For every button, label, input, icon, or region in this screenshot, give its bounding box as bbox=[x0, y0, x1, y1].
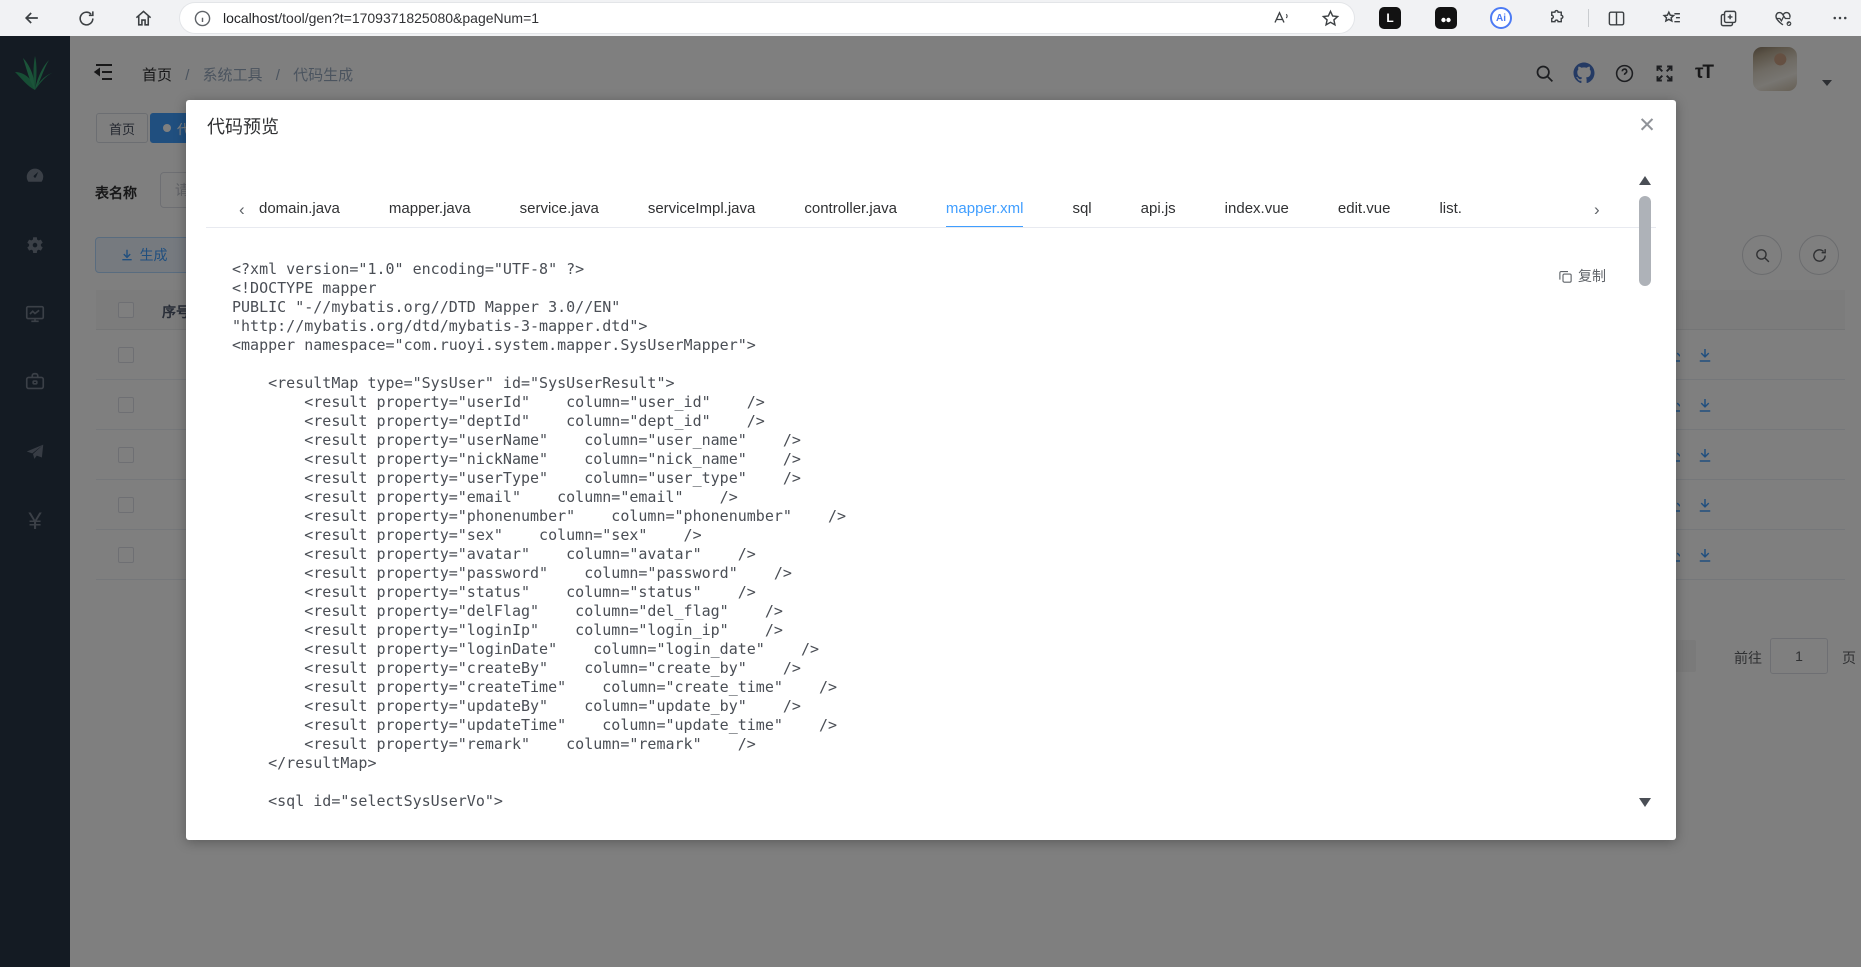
screen: localhost/tool/gen?t=1709371825080&pageN… bbox=[0, 0, 1861, 967]
browser-refresh-icon[interactable] bbox=[74, 6, 98, 30]
url-text[interactable]: localhost/tool/gen?t=1709371825080&pageN… bbox=[223, 10, 539, 26]
browser-menu-icon[interactable] bbox=[1828, 6, 1852, 30]
extension-l-icon[interactable]: L bbox=[1379, 7, 1401, 29]
collections-icon[interactable] bbox=[1660, 6, 1684, 30]
url-path: /tool/gen?t=1709371825080&pageNum=1 bbox=[278, 10, 540, 26]
tab-list-vue[interactable]: list. bbox=[1439, 192, 1462, 228]
browser-home-icon[interactable] bbox=[131, 6, 155, 30]
tab-serviceimpl-java[interactable]: serviceImpl.java bbox=[648, 192, 756, 228]
tab-copy-icon[interactable] bbox=[1716, 6, 1740, 30]
code-preview-dialog: 代码预览 ✕ ‹ domain.java mapper.java service… bbox=[186, 100, 1676, 840]
browser-essentials-icon[interactable] bbox=[1771, 6, 1795, 30]
tabs-prev-icon[interactable]: ‹ bbox=[239, 200, 245, 220]
scroll-down-icon[interactable] bbox=[1639, 798, 1651, 807]
dialog-title: 代码预览 bbox=[207, 117, 279, 137]
tab-controller-java[interactable]: controller.java bbox=[804, 192, 897, 228]
tab-api-js[interactable]: api.js bbox=[1141, 192, 1176, 228]
tab-service-java[interactable]: service.java bbox=[520, 192, 599, 228]
browser-toolbar: localhost/tool/gen?t=1709371825080&pageN… bbox=[0, 0, 1861, 36]
tab-mapper-xml[interactable]: mapper.xml bbox=[945, 192, 1023, 228]
extensions-puzzle-icon[interactable] bbox=[1544, 6, 1568, 30]
scroll-up-icon[interactable] bbox=[1639, 176, 1651, 185]
code-content[interactable]: <?xml version="1.0" encoding="UTF-8" ?> … bbox=[232, 260, 1612, 826]
browser-back-icon[interactable] bbox=[20, 6, 44, 30]
tab-edit-vue[interactable]: edit.vue bbox=[1338, 192, 1391, 228]
code-scrollbar[interactable] bbox=[1638, 172, 1652, 818]
tab-domain-java[interactable]: domain.java bbox=[259, 192, 340, 228]
address-bar[interactable]: localhost/tool/gen?t=1709371825080&pageN… bbox=[180, 3, 1354, 33]
favorite-star-icon[interactable] bbox=[1321, 9, 1340, 28]
scroll-thumb[interactable] bbox=[1639, 196, 1651, 286]
close-icon[interactable]: ✕ bbox=[1636, 115, 1658, 137]
tab-index-vue[interactable]: index.vue bbox=[1225, 192, 1289, 228]
extension-dots-icon[interactable] bbox=[1435, 7, 1457, 29]
toolbar-divider bbox=[1588, 9, 1589, 27]
tabs-next-icon[interactable]: › bbox=[1594, 200, 1600, 220]
url-host: localhost bbox=[223, 10, 279, 26]
split-screen-icon[interactable] bbox=[1604, 6, 1628, 30]
extension-ai-icon[interactable]: Ai bbox=[1490, 7, 1512, 29]
file-tabs: domain.java mapper.java service.java ser… bbox=[259, 192, 1579, 228]
tabs-divider bbox=[206, 227, 1656, 228]
site-info-icon[interactable] bbox=[194, 10, 211, 27]
tab-sql[interactable]: sql bbox=[1072, 192, 1091, 228]
tab-mapper-java[interactable]: mapper.java bbox=[389, 192, 471, 228]
read-aloud-icon[interactable] bbox=[1271, 9, 1291, 27]
